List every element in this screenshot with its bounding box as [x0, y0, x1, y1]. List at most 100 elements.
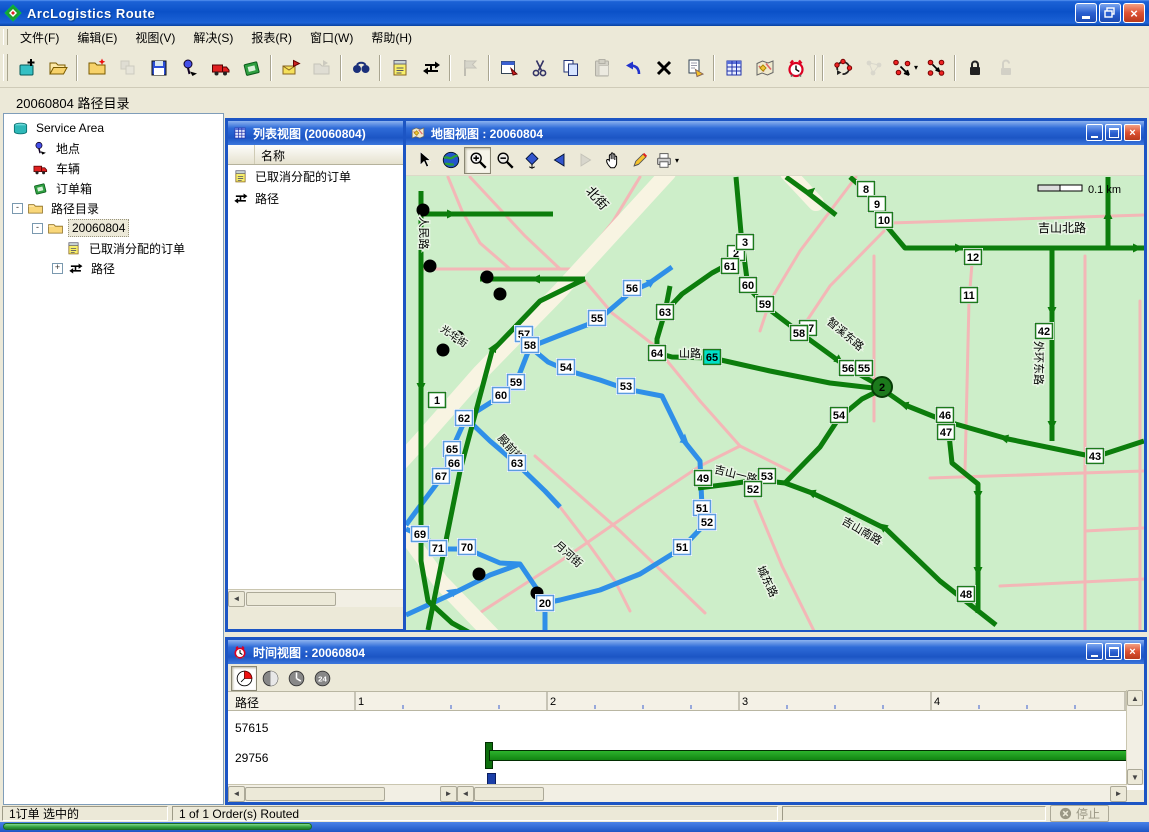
tree-item-label[interactable]: 路径目录 — [48, 199, 102, 218]
map-view-titlebar[interactable]: 地图视图 : 20060804 × — [406, 121, 1144, 145]
order-marker-63[interactable]: 63 — [657, 305, 674, 320]
order-marker-47[interactable]: 47 — [938, 425, 955, 440]
zoom-full-extent-button[interactable] — [437, 147, 464, 174]
order-marker-43[interactable]: 43 — [1087, 449, 1104, 464]
time-maximize-button[interactable] — [1105, 643, 1122, 660]
reassign-orders-button[interactable] — [920, 52, 951, 83]
assign-orders-button[interactable]: ▾ — [889, 52, 920, 83]
select-tool-button[interactable] — [410, 147, 437, 174]
order-marker-67[interactable]: 67 — [433, 469, 450, 484]
order-marker-52[interactable]: 52 — [745, 482, 762, 497]
order-marker-55[interactable]: 55 — [589, 311, 606, 326]
save-button[interactable] — [143, 52, 174, 83]
scroll-left-icon[interactable]: ◄ — [457, 786, 474, 802]
order-marker-63[interactable]: 63 — [509, 456, 526, 471]
list-row-label[interactable]: 已取消分配的订单 — [255, 168, 351, 185]
minimize-button[interactable] — [1075, 3, 1097, 23]
map-minimize-button[interactable] — [1086, 124, 1103, 141]
time-minimize-button[interactable] — [1086, 643, 1103, 660]
new-project-button[interactable] — [11, 52, 42, 83]
list-row-label[interactable]: 路径 — [255, 190, 279, 207]
order-marker-56[interactable]: 56 — [840, 361, 857, 376]
stop-dot[interactable] — [481, 271, 494, 284]
tree-expander-icon[interactable]: - — [32, 223, 43, 234]
orders-button[interactable] — [384, 52, 415, 83]
copy-button[interactable] — [555, 52, 586, 83]
scroll-down-icon[interactable]: ▼ — [1127, 769, 1143, 785]
new-folder-button[interactable] — [81, 52, 112, 83]
route-row-label-57615[interactable]: 57615 — [235, 721, 268, 735]
order-marker-58[interactable]: 58 — [522, 338, 539, 353]
menu-item-4[interactable]: 报表(R) — [242, 28, 301, 48]
tree-expander-icon[interactable]: + — [52, 263, 63, 274]
zoom-out-button[interactable] — [491, 147, 518, 174]
properties-button[interactable] — [493, 52, 524, 83]
pan-tool-button[interactable] — [599, 147, 626, 174]
stop-dot[interactable] — [424, 260, 437, 273]
order-marker-64[interactable]: 64 — [649, 346, 666, 361]
time-close-button[interactable]: × — [1124, 643, 1141, 660]
order-marker-3[interactable]: 3 — [737, 235, 754, 250]
time-hscroll-thumb1[interactable] — [245, 787, 385, 801]
route-row-label-29756[interactable]: 29756 — [235, 751, 268, 765]
go-back-button[interactable] — [545, 147, 572, 174]
stop-button[interactable]: 停止 — [1050, 805, 1109, 822]
order-marker-54[interactable]: 54 — [831, 408, 848, 423]
menu-item-2[interactable]: 视图(V) — [126, 28, 184, 48]
paste-special-button[interactable] — [679, 52, 710, 83]
order-marker-9[interactable]: 9 — [869, 197, 886, 212]
order-marker-70[interactable]: 70 — [459, 540, 476, 555]
import-orders-button[interactable] — [275, 52, 306, 83]
cut-button[interactable] — [524, 52, 555, 83]
order-marker-53[interactable]: 53 — [618, 379, 635, 394]
order-marker-60[interactable]: 60 — [740, 278, 757, 293]
restore-button[interactable] — [1099, 3, 1121, 23]
scroll-left-icon[interactable]: ◄ — [228, 786, 245, 802]
order-marker-65[interactable]: 65 — [704, 350, 721, 365]
tree-item-label[interactable]: 订单箱 — [53, 179, 95, 198]
tree-item-0[interactable]: Service Area — [4, 118, 223, 138]
time-view-button[interactable] — [780, 52, 811, 83]
dropdown-caret-icon[interactable]: ▾ — [675, 156, 679, 165]
order-marker-20[interactable]: 20 — [537, 596, 554, 611]
time-view-titlebar[interactable]: 时间视图 : 20060804 × — [228, 640, 1144, 664]
tree-item-4[interactable]: -路径目录 — [4, 198, 223, 218]
order-marker-11[interactable]: 11 — [961, 288, 978, 303]
order-box-button[interactable] — [236, 52, 267, 83]
tree-item-6[interactable]: 已取消分配的订单 — [4, 238, 223, 258]
clock-full-day-button[interactable] — [283, 666, 309, 691]
locations-button[interactable] — [174, 52, 205, 83]
stop-dot[interactable] — [437, 344, 450, 357]
order-marker-58[interactable]: 58 — [791, 326, 808, 341]
open-project-button[interactable] — [42, 52, 73, 83]
clock-half-day-button[interactable] — [257, 666, 283, 691]
order-marker-8[interactable]: 8 — [858, 182, 875, 197]
list-header-blank[interactable] — [228, 145, 255, 164]
order-marker-60[interactable]: 60 — [493, 388, 510, 403]
build-routes-button[interactable] — [827, 52, 858, 83]
order-marker-55[interactable]: 55 — [856, 361, 873, 376]
time-vscrollbar[interactable]: ▲ ▼ — [1126, 690, 1144, 785]
order-marker-51[interactable]: 51 — [674, 540, 691, 555]
find-button[interactable] — [345, 52, 376, 83]
menu-item-6[interactable]: 帮助(H) — [362, 28, 421, 48]
menu-item-0[interactable]: 文件(F) — [11, 28, 68, 48]
order-marker-12[interactable]: 12 — [965, 250, 982, 265]
menu-item-3[interactable]: 解决(S) — [184, 28, 242, 48]
order-marker-48[interactable]: 48 — [958, 587, 975, 602]
print-map-button[interactable]: ▾ — [653, 147, 680, 174]
order-marker-52[interactable]: 52 — [699, 515, 716, 530]
stop-dot[interactable] — [473, 568, 486, 581]
lock-button[interactable] — [959, 52, 990, 83]
routes-button[interactable] — [415, 52, 446, 83]
map-close-button[interactable]: × — [1124, 124, 1141, 141]
order-marker-56[interactable]: 56 — [624, 281, 641, 296]
close-button[interactable]: × — [1123, 3, 1145, 23]
stop-dot[interactable] — [417, 204, 430, 217]
menu-item-1[interactable]: 编辑(E) — [68, 28, 126, 48]
dropdown-caret-icon[interactable]: ▾ — [914, 63, 918, 72]
scroll-up-icon[interactable]: ▲ — [1127, 690, 1143, 706]
time-hscroll-thumb2[interactable] — [474, 787, 544, 801]
menu-item-5[interactable]: 窗口(W) — [301, 28, 362, 48]
order-marker-62[interactable]: 62 — [456, 411, 473, 426]
